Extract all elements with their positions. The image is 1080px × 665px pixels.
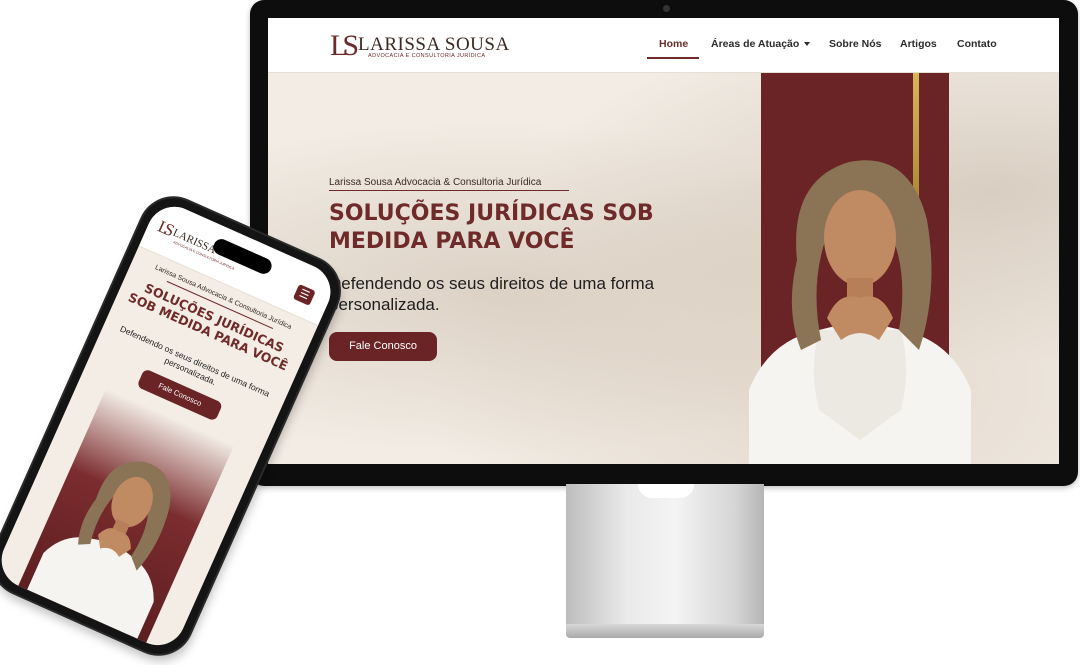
nav-artigos[interactable]: Artigos: [900, 38, 937, 50]
brand-logo-mark[interactable]: LS: [330, 29, 359, 63]
hero-title: SOLUÇÕES JURÍDICAS SOB MEDIDA PARA VOCÊ: [329, 201, 654, 254]
lawyer-portrait: [749, 160, 971, 464]
hero-eyebrow: Larissa Sousa Advocacia & Consultoria Ju…: [329, 177, 542, 188]
hero-subtitle: Defendendo os seus direitos de uma forma…: [329, 274, 655, 314]
fale-conosco-button[interactable]: Fale Conosco: [329, 332, 437, 361]
monitor-stand-base: [566, 624, 764, 638]
chevron-down-icon: [804, 42, 811, 47]
brand-tagline: ADVOCACIA E CONSULTORIA JURÍDICA: [368, 53, 486, 59]
nav-home[interactable]: Home: [659, 38, 688, 50]
hamburger-icon[interactable]: ☰: [292, 283, 316, 306]
nav-areas-de-atuacao[interactable]: Áreas de Atuação: [711, 38, 811, 50]
site-header: LS LARISSA SOUSA ADVOCACIA E CONSULTORIA…: [268, 18, 1059, 73]
hero-eyebrow-underline: [329, 190, 569, 191]
desktop-screen: LS LARISSA SOUSA ADVOCACIA E CONSULTORIA…: [268, 18, 1059, 464]
nav-sobre-nos[interactable]: Sobre Nós: [829, 38, 882, 50]
nav-areas-label: Áreas de Atuação: [711, 38, 800, 50]
camera: [663, 5, 670, 12]
monitor-stand: [566, 484, 764, 626]
nav-active-indicator: [647, 57, 699, 59]
nav-contato[interactable]: Contato: [957, 38, 997, 50]
